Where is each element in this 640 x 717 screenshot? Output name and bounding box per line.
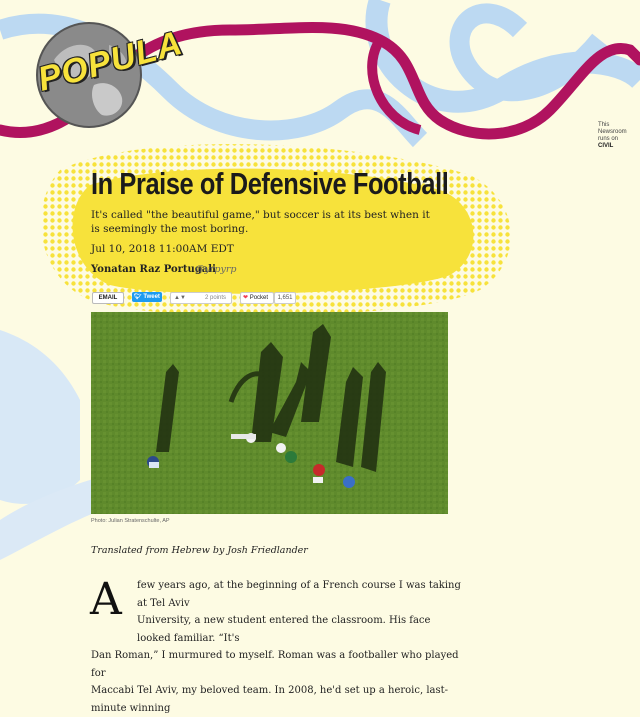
civil-line: This (598, 122, 610, 128)
civil-logo-text: CIVIL (598, 143, 614, 149)
twitter-bird-icon: 🐦︎ (134, 294, 142, 300)
pocket-icon: ❤ (243, 295, 249, 301)
pocket-button[interactable]: ❤ Pocket (240, 292, 274, 304)
tweet-label: Tweet (143, 294, 160, 300)
author-handle-link[interactable]: @yrpyrp (195, 264, 236, 275)
body-line: Maccabi Tel Aviv, my beloved team. In 20… (91, 685, 449, 714)
reddit-vote-button[interactable]: ▲▼ 2 points (170, 292, 232, 304)
article-date: Jul 10, 2018 11:00AM EDT (91, 243, 234, 255)
email-share-button[interactable]: EMAIL (92, 292, 124, 304)
reddit-points: 2 points (205, 295, 227, 301)
pocket-label: Pocket (249, 295, 269, 301)
civil-line: Newsroom (598, 129, 627, 135)
civil-badge[interactable]: This Newsroom runs on CIVIL (598, 122, 638, 150)
reddit-arrows-icon: ▲▼ (174, 295, 186, 301)
pocket-count: 1,651 (274, 292, 296, 304)
body-line: Dan Roman,” I murmured to myself. Roman … (91, 650, 459, 679)
photo-caption: Photo: Julian Stratenschulte, AP (91, 518, 170, 524)
drop-cap: A (90, 574, 122, 625)
article-subtitle: It's called "the beautiful game," but so… (91, 209, 430, 235)
body-line: University, a new student entered the cl… (137, 615, 431, 644)
body-line: few years ago, at the beginning of a Fre… (137, 580, 461, 609)
translator-credit: Translated from Hebrew by Josh Friedland… (91, 545, 308, 556)
civil-line: runs on (598, 136, 619, 142)
tweet-button[interactable]: 🐦︎ Tweet (132, 292, 162, 302)
article-title: In Praise of Defensive Football (91, 166, 449, 201)
article-photo (91, 312, 448, 514)
article-body: few years ago, at the beginning of a Fre… (91, 577, 467, 717)
